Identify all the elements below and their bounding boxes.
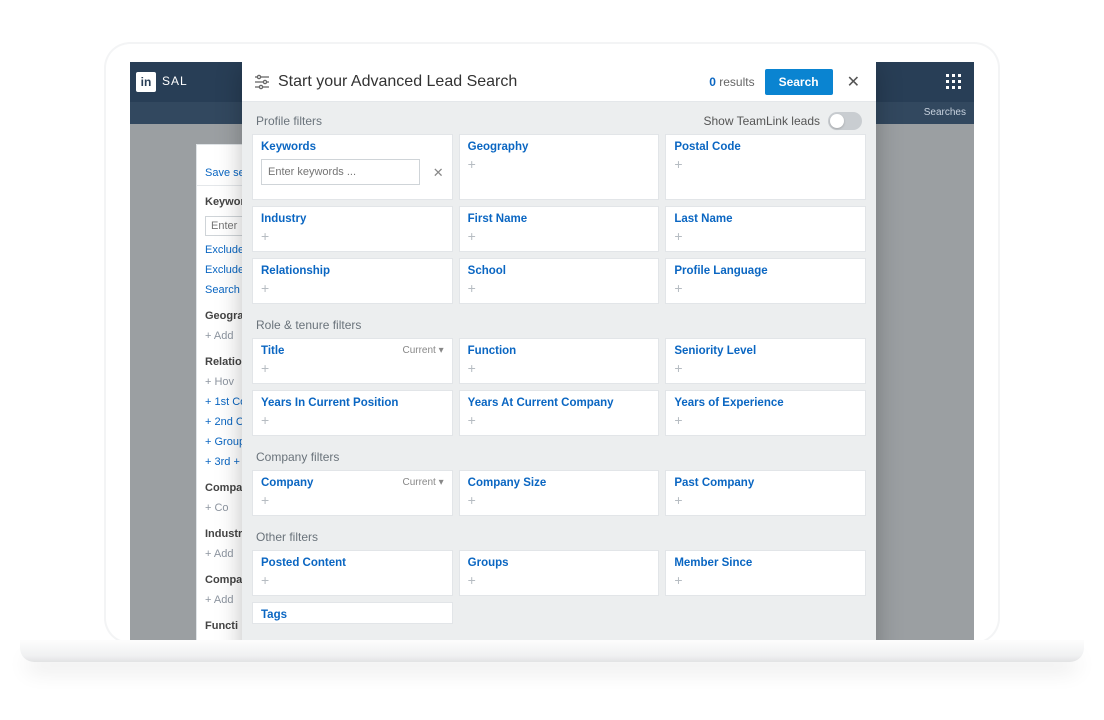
- sliders-icon: [254, 74, 270, 90]
- filter-label: Years In Current Position: [261, 397, 444, 409]
- profile-filters-grid: Keywords ✕ Geography + Postal Code + Ind…: [242, 134, 876, 304]
- filter-label: Seniority Level: [674, 345, 857, 357]
- filter-school[interactable]: School +: [459, 258, 660, 304]
- filter-industry[interactable]: Industry +: [252, 206, 453, 252]
- filter-label: Function: [468, 345, 651, 357]
- plus-icon: +: [261, 413, 444, 427]
- plus-icon: +: [674, 413, 857, 427]
- filter-label: Geography: [468, 141, 651, 153]
- filter-years-at-current-company[interactable]: Years At Current Company +: [459, 390, 660, 436]
- profile-filters-header-row: Profile filters Show TeamLink leads: [242, 102, 876, 134]
- section-title-company: Company filters: [242, 436, 876, 470]
- filter-label: Past Company: [674, 477, 857, 489]
- laptop-base: [20, 640, 1084, 662]
- results-count: 0 results: [709, 75, 754, 89]
- filter-label: Tags: [261, 609, 444, 621]
- filter-label: Industry: [261, 213, 444, 225]
- filter-last-name[interactable]: Last Name +: [665, 206, 866, 252]
- filter-function[interactable]: Function +: [459, 338, 660, 384]
- filter-years-in-current-position[interactable]: Years In Current Position +: [252, 390, 453, 436]
- filter-keywords[interactable]: Keywords ✕: [252, 134, 453, 200]
- teamlink-label: Show TeamLink leads: [703, 114, 820, 128]
- plus-icon: +: [261, 573, 444, 587]
- screen: in SAL Searches Save se Keywor Exclude E…: [130, 62, 974, 644]
- plus-icon: +: [674, 493, 857, 507]
- filter-label: Keywords: [261, 141, 444, 153]
- plus-icon: +: [468, 413, 651, 427]
- teamlink-toggle[interactable]: [828, 112, 862, 130]
- plus-icon: +: [674, 573, 857, 587]
- filter-years-of-experience[interactable]: Years of Experience +: [665, 390, 866, 436]
- plus-icon: +: [261, 493, 444, 507]
- filter-label: Company Size: [468, 477, 651, 489]
- plus-icon: +: [261, 229, 444, 243]
- filter-past-company[interactable]: Past Company +: [665, 470, 866, 516]
- plus-icon: +: [468, 573, 651, 587]
- modal-title: Start your Advanced Lead Search: [278, 73, 709, 91]
- section-title-profile: Profile filters: [256, 114, 322, 128]
- other-filters-grid: Posted Content + Groups + Member Since +…: [242, 550, 876, 624]
- plus-icon: +: [674, 229, 857, 243]
- filter-label: School: [468, 265, 651, 277]
- filter-postal-code[interactable]: Postal Code +: [665, 134, 866, 200]
- filter-profile-language[interactable]: Profile Language +: [665, 258, 866, 304]
- subnav-searches-link[interactable]: Searches: [924, 107, 966, 118]
- role-filters-grid: Title Current + Function + Seniority Lev…: [242, 338, 876, 436]
- filter-label: Years At Current Company: [468, 397, 651, 409]
- filter-seniority-level[interactable]: Seniority Level +: [665, 338, 866, 384]
- modal-header: Start your Advanced Lead Search 0 result…: [242, 62, 876, 102]
- filter-posted-content[interactable]: Posted Content +: [252, 550, 453, 596]
- filter-title[interactable]: Title Current +: [252, 338, 453, 384]
- section-title-other: Other filters: [242, 516, 876, 550]
- filter-label: Years of Experience: [674, 397, 857, 409]
- filter-label: Posted Content: [261, 557, 444, 569]
- current-badge[interactable]: Current: [402, 345, 443, 356]
- laptop-frame: in SAL Searches Save se Keywor Exclude E…: [104, 42, 1000, 644]
- current-badge[interactable]: Current: [402, 477, 443, 488]
- filter-label: Groups: [468, 557, 651, 569]
- brand-text: SAL: [162, 74, 188, 88]
- filter-label: Last Name: [674, 213, 857, 225]
- advanced-search-modal: Start your Advanced Lead Search 0 result…: [242, 62, 876, 644]
- filter-label: Relationship: [261, 265, 444, 277]
- plus-icon: +: [468, 281, 651, 295]
- apps-grid-icon[interactable]: [946, 74, 962, 90]
- plus-icon: +: [261, 281, 444, 295]
- linkedin-logo-icon: in: [136, 72, 156, 92]
- filter-label: First Name: [468, 213, 651, 225]
- save-search-link[interactable]: Save se: [205, 167, 245, 179]
- plus-icon: +: [674, 157, 857, 171]
- plus-icon: +: [261, 361, 444, 375]
- keywords-input[interactable]: [261, 159, 420, 185]
- filter-groups[interactable]: Groups +: [459, 550, 660, 596]
- company-filters-grid: Company Current + Company Size + Past Co…: [242, 470, 876, 516]
- plus-icon: +: [674, 281, 857, 295]
- filter-label: Profile Language: [674, 265, 857, 277]
- plus-icon: +: [674, 361, 857, 375]
- filter-first-name[interactable]: First Name +: [459, 206, 660, 252]
- plus-icon: +: [468, 493, 651, 507]
- filter-label: Postal Code: [674, 141, 857, 153]
- filter-company[interactable]: Company Current +: [252, 470, 453, 516]
- search-button[interactable]: Search: [765, 69, 833, 95]
- plus-icon: +: [468, 157, 651, 171]
- plus-icon: +: [468, 229, 651, 243]
- plus-icon: +: [468, 361, 651, 375]
- filter-member-since[interactable]: Member Since +: [665, 550, 866, 596]
- filter-tags[interactable]: Tags: [252, 602, 453, 624]
- filter-geography[interactable]: Geography +: [459, 134, 660, 200]
- clear-keywords-icon[interactable]: ✕: [433, 165, 444, 181]
- filter-company-size[interactable]: Company Size +: [459, 470, 660, 516]
- filter-relationship[interactable]: Relationship +: [252, 258, 453, 304]
- section-title-role: Role & tenure filters: [242, 304, 876, 338]
- filter-label: Member Since: [674, 557, 857, 569]
- close-icon[interactable]: ✕: [843, 68, 864, 96]
